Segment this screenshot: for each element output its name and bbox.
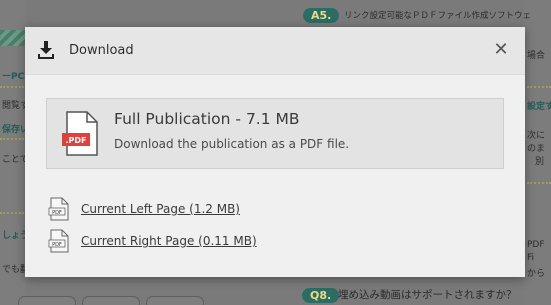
background-tab [82,296,140,305]
pdf-file-icon: .PDF [61,111,99,157]
background-fragment: 場合 [527,51,546,61]
dialog-title: Download [69,43,134,58]
background-question-text: 埋め込み動画はサポートされますか？ [338,289,517,301]
download-dialog: Download ✕ .PDF Full Publication - 7.1 M… [25,27,525,277]
pdf-page-icon-label: PDF [52,242,62,248]
background-question-badge: Q8. [302,288,340,303]
background-tab [18,296,76,305]
background-stripe [0,30,26,46]
left-page-link[interactable]: Current Left Page (1.2 MB) [81,202,240,216]
pdf-page-icon: PDF [48,229,70,253]
background-dots [0,212,24,214]
dialog-header: Download ✕ [25,27,525,75]
background-dots [527,86,551,88]
background-dots [0,86,24,88]
background-fragment: 別 [535,157,545,167]
full-publication-download[interactable]: .PDF Full Publication - 7.1 MB Download … [46,98,504,169]
background-fragment: 設定す [527,102,551,112]
download-right-page[interactable]: PDF Current Right Page (0.11 MB) [48,229,308,253]
background-fragment: 次に [527,131,546,141]
background-fragment: のま [527,144,546,154]
background-fragment: から [527,269,546,279]
full-publication-description: Download the publication as a PDF file. [114,137,350,151]
download-left-page[interactable]: PDF Current Left Page (1.2 MB) [48,197,308,221]
background-answer-text: リンク設定可能なＰＤＦファイル作成ソフトウェ [344,11,532,21]
download-icon [37,41,55,59]
pdf-page-icon-label: PDF [52,210,62,216]
background-tab [146,296,204,305]
close-icon[interactable]: ✕ [491,40,511,60]
background-fragment: Fi [527,253,535,263]
pdf-page-icon: PDF [48,197,70,221]
background-dots [0,138,24,140]
pdf-badge-label: .PDF [65,136,86,145]
full-publication-title: Full Publication - 7.1 MB [114,110,300,128]
background-fragment: PDF [527,240,545,250]
background-dots [527,182,551,184]
right-page-link[interactable]: Current Right Page (0.11 MB) [81,234,257,248]
background-answer-badge: A5. [303,8,340,23]
